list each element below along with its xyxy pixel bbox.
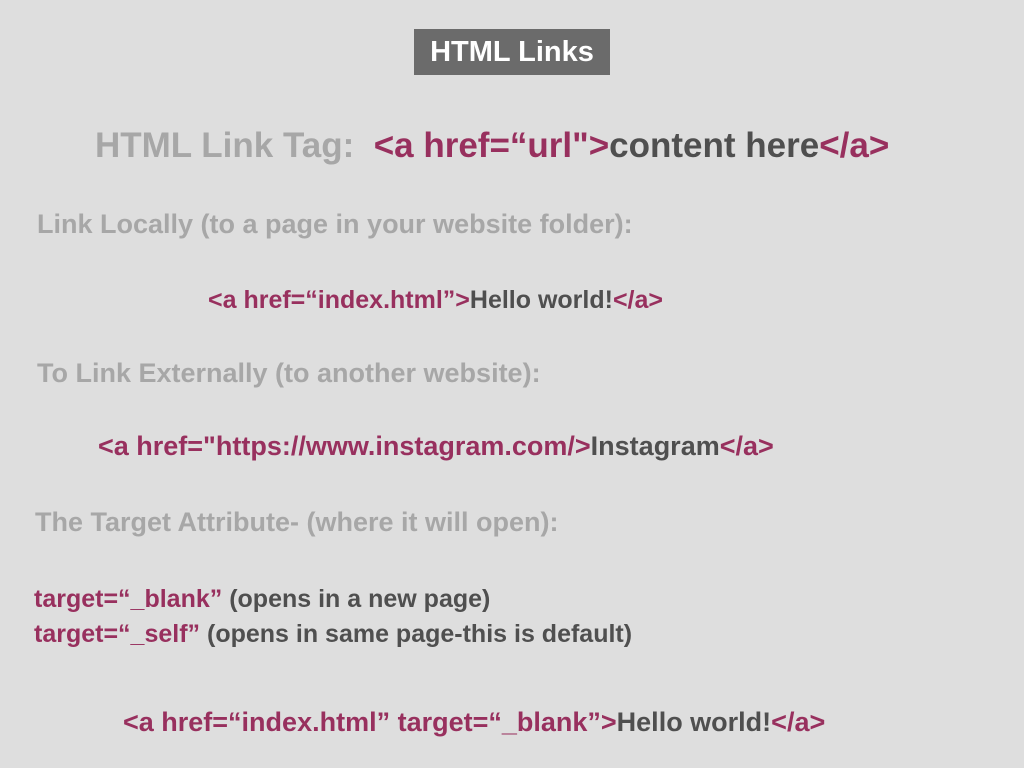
target-example-content: Hello world! bbox=[616, 707, 772, 737]
link-tag-label: HTML Link Tag: bbox=[95, 126, 355, 165]
link-tag-open: <a href=“url"> bbox=[373, 126, 610, 165]
target-blank-line: target=“_blank” (opens in a new page) bbox=[34, 587, 490, 612]
target-example-open: <a href=“index.html” target=“_blank”> bbox=[123, 707, 617, 737]
link-tag-content: content here bbox=[609, 126, 820, 165]
external-example-close: </a> bbox=[719, 431, 774, 461]
slide-title: HTML Links bbox=[414, 29, 610, 75]
local-example-close: </a> bbox=[612, 286, 664, 314]
link-tag-line: HTML Link Tag: <a href=“url">content her… bbox=[95, 128, 889, 163]
local-heading: Link Locally (to a page in your website … bbox=[37, 209, 633, 239]
link-tag-close: </a> bbox=[819, 126, 890, 165]
target-self-line: target=“_self” (opens in same page-this … bbox=[34, 622, 632, 647]
slide: { "slide": { "title": "HTML Links", "lin… bbox=[0, 0, 1024, 768]
external-heading: To Link Externally (to another website): bbox=[37, 358, 541, 388]
local-example-open: <a href=“index.html”> bbox=[208, 286, 470, 314]
target-blank-desc: (opens in a new page) bbox=[222, 585, 491, 613]
external-example-open: <a href="https://www.instagram.com/> bbox=[98, 431, 591, 461]
local-example: <a href=“index.html”>Hello world!</a> bbox=[208, 288, 663, 313]
target-self-code: target=“_self” bbox=[34, 620, 201, 648]
external-example-content: Instagram bbox=[590, 431, 720, 461]
external-example: <a href="https://www.instagram.com/>Inst… bbox=[98, 433, 774, 460]
target-self-desc: (opens in same page-this is default) bbox=[200, 620, 633, 648]
target-blank-code: target=“_blank” bbox=[34, 585, 223, 613]
local-example-content: Hello world! bbox=[469, 286, 613, 314]
target-example: <a href=“index.html” target=“_blank”>Hel… bbox=[123, 709, 825, 736]
target-heading: The Target Attribute- (where it will ope… bbox=[35, 507, 559, 537]
target-example-close: </a> bbox=[771, 707, 826, 737]
